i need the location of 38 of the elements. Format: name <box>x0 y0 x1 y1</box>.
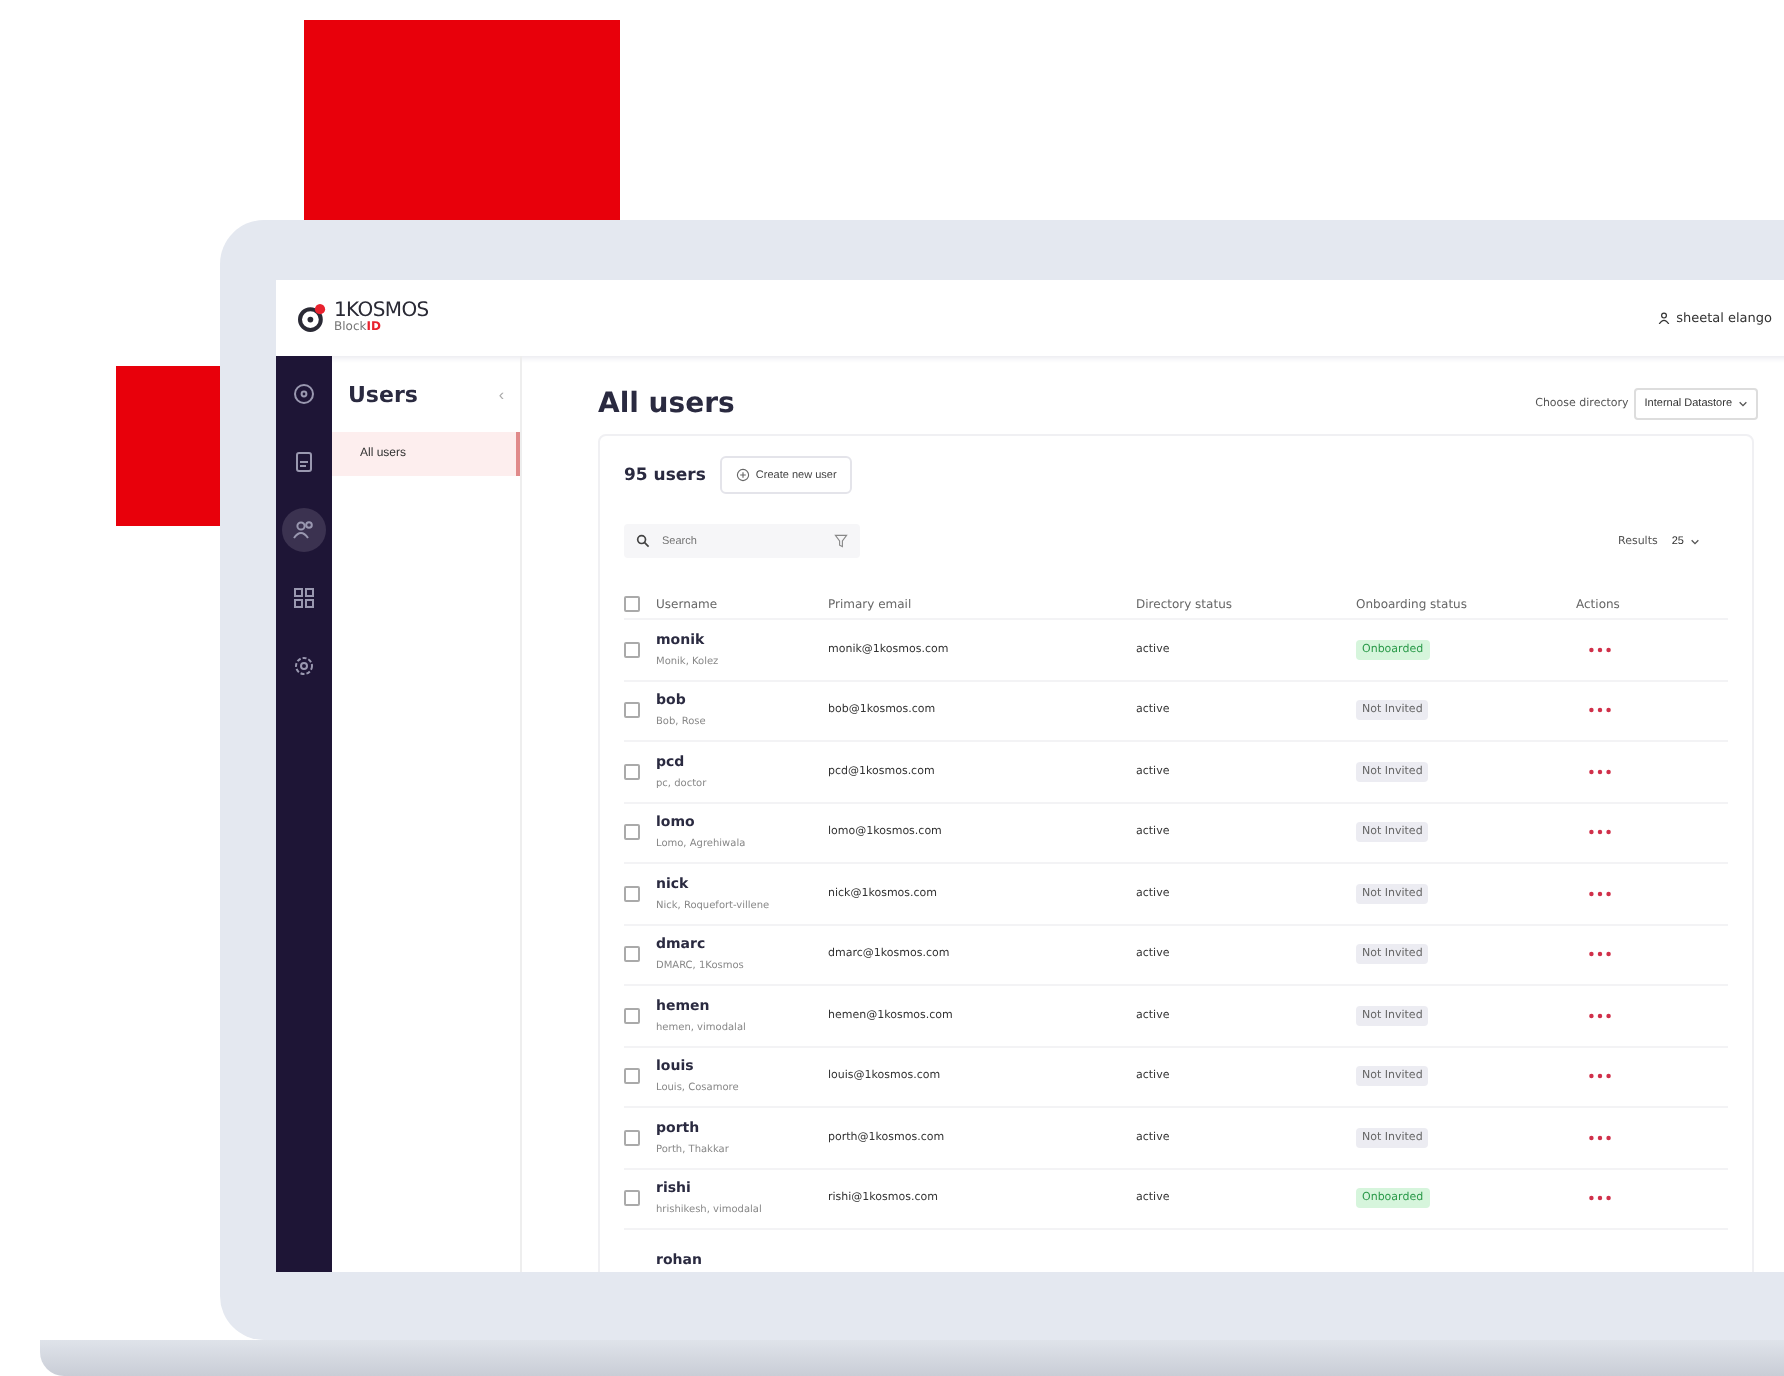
search-icon <box>636 534 650 548</box>
row-checkbox[interactable] <box>624 1068 640 1085</box>
nav-button[interactable] <box>282 508 326 552</box>
plus-icon <box>735 468 750 482</box>
row-checkbox[interactable] <box>624 1129 640 1146</box>
row-checkbox[interactable] <box>624 641 640 658</box>
circle-icon <box>292 382 316 406</box>
document-icon <box>292 450 316 474</box>
logo-icon <box>296 302 328 334</box>
more-icon[interactable] <box>1588 645 1612 654</box>
page-title: All users <box>598 388 735 420</box>
row-checkbox[interactable] <box>624 1190 640 1207</box>
select-all-checkbox[interactable] <box>624 596 640 612</box>
more-icon[interactable] <box>1588 1133 1612 1142</box>
row-checkbox[interactable] <box>624 946 640 963</box>
caret-icon <box>1738 400 1748 408</box>
row-checkbox[interactable] <box>624 702 640 719</box>
row-checkbox[interactable] <box>624 885 640 902</box>
brand-name: 1KOSMOS <box>334 302 429 322</box>
filter-icon[interactable] <box>834 534 848 548</box>
more-icon[interactable] <box>1588 828 1612 837</box>
caret-icon <box>1690 537 1700 545</box>
more-icon[interactable] <box>1588 1011 1612 1020</box>
users-icon <box>292 518 316 542</box>
more-icon[interactable] <box>1588 1072 1612 1081</box>
row-checkbox[interactable] <box>624 763 640 780</box>
more-icon[interactable] <box>1588 767 1612 776</box>
row-checkbox[interactable] <box>624 824 640 841</box>
more-icon[interactable] <box>1588 950 1612 959</box>
settings-icon <box>292 654 316 678</box>
more-icon[interactable] <box>1588 889 1612 898</box>
user-count: 95 users <box>624 465 706 485</box>
row-checkbox[interactable] <box>624 1007 640 1024</box>
panel-title: Users <box>348 382 418 408</box>
user-icon <box>1658 312 1671 324</box>
grid-icon <box>292 586 316 610</box>
more-icon[interactable] <box>1588 706 1612 715</box>
more-icon[interactable] <box>1588 1194 1612 1203</box>
